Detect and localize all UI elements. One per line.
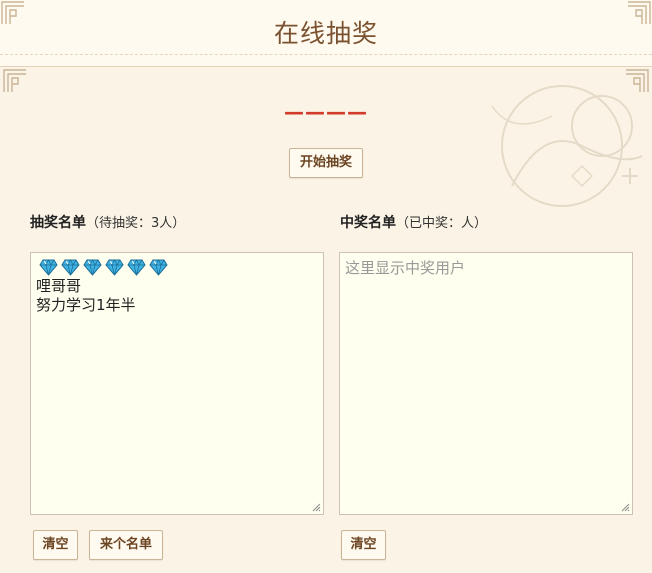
fetch-list-button[interactable]: 来个名单 <box>89 530 163 560</box>
participant-textarea[interactable]: 哩哥哥 努力学习1年半 <box>30 252 324 515</box>
gem-row <box>39 259 318 276</box>
participant-entry: 哩哥哥 <box>36 277 82 295</box>
participant-list-title: 抽奖名单 <box>30 215 86 231</box>
diamond-icon <box>149 259 168 276</box>
winner-textarea[interactable]: 这里显示中奖用户 <box>339 252 633 515</box>
winner-placeholder: 这里显示中奖用户 <box>345 259 466 277</box>
resize-grip-icon[interactable] <box>621 503 630 512</box>
clear-participants-button[interactable]: 清空 <box>33 530 78 560</box>
corner-ornament-icon <box>626 0 652 26</box>
pending-count: （待抽奖：3人） <box>86 216 186 231</box>
winner-count: （已中奖：人） <box>396 216 488 231</box>
page-header: 在线抽奖 <box>0 0 652 67</box>
diamond-icon <box>105 259 124 276</box>
participant-entry: 努力学习1年半 <box>36 296 136 314</box>
resize-grip-icon[interactable] <box>312 503 321 512</box>
diamond-icon <box>39 259 58 276</box>
corner-ornament-icon <box>2 68 28 94</box>
diamond-icon <box>83 259 102 276</box>
start-draw-button[interactable]: 开始抽奖 <box>289 148 363 178</box>
page-title: 在线抽奖 <box>273 19 378 48</box>
decorative-numbers-image <box>452 66 652 226</box>
draw-result: ———— <box>284 100 368 124</box>
winner-list-title: 中奖名单 <box>340 215 396 231</box>
corner-ornament-icon <box>0 0 26 26</box>
diamond-icon <box>61 259 80 276</box>
winner-list-label: 中奖名单（已中奖：人） <box>340 212 487 232</box>
header-divider <box>0 54 652 55</box>
diamond-icon <box>127 259 146 276</box>
participant-list-label: 抽奖名单（待抽奖：3人） <box>30 212 185 232</box>
clear-winners-button[interactable]: 清空 <box>341 530 386 560</box>
